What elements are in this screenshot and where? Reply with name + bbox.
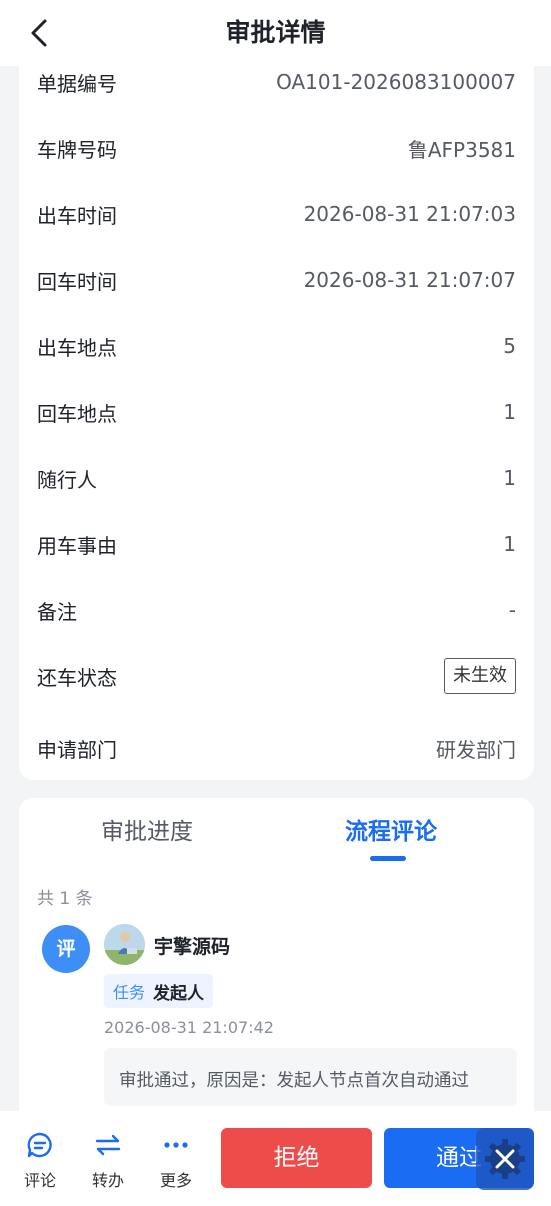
- comment-count: 共 1 条: [37, 889, 93, 909]
- detail-value: 5: [503, 334, 516, 358]
- comment-content: 审批通过，原因是：发起人节点首次自动通过: [104, 1048, 517, 1106]
- comment-action-label: 评论: [23, 1171, 56, 1190]
- detail-card: 单据编号 OA101-2026083100007 车牌号码 鲁AFP3581 出…: [19, 50, 534, 780]
- tab-approval-progress[interactable]: 审批进度: [47, 810, 247, 854]
- task-tag: 任务 发起人: [104, 974, 214, 1008]
- detail-label: 出车时间: [37, 203, 117, 228]
- detail-row-return-status: 还车状态 未生效: [19, 656, 534, 696]
- detail-row-depart-time: 出车时间 2026-08-31 21:07:03: [19, 194, 534, 234]
- active-tab-indicator: [370, 856, 406, 861]
- more-action-label: 更多: [159, 1171, 192, 1190]
- task-tag-label: 任务: [113, 983, 146, 1002]
- transfer-action-label: 转办: [91, 1171, 124, 1190]
- comment-icon: [27, 1132, 52, 1158]
- comment-type-badge: 评: [42, 925, 90, 973]
- detail-label: 出车地点: [37, 335, 117, 360]
- more-icon: [164, 1142, 188, 1148]
- detail-row-doc-number: 单据编号 OA101-2026083100007: [19, 62, 534, 102]
- detail-value: 1: [503, 400, 516, 424]
- comment-action-button[interactable]: 评论: [10, 1129, 70, 1191]
- reject-button[interactable]: 拒绝: [221, 1128, 372, 1188]
- bottom-action-bar: 评论 转办 更多 拒绝 通过: [0, 1111, 551, 1206]
- detail-value: 2026-08-31 21:07:03: [303, 202, 516, 226]
- detail-label: 备注: [37, 599, 77, 624]
- detail-label: 回车时间: [37, 269, 117, 294]
- status-badge: 未生效: [444, 658, 516, 694]
- transfer-action-button[interactable]: 转办: [78, 1129, 138, 1191]
- detail-row-return-place: 回车地点 1: [19, 392, 534, 432]
- user-avatar-image: [104, 924, 145, 965]
- detail-row-remark: 备注 -: [19, 590, 534, 630]
- detail-row-plate: 车牌号码 鲁AFP3581: [19, 128, 534, 168]
- page-title: 审批详情: [225, 18, 326, 47]
- detail-label: 随行人: [37, 467, 97, 492]
- detail-value: 鲁AFP3581: [407, 137, 516, 162]
- more-action-button[interactable]: 更多: [146, 1129, 206, 1191]
- detail-value: 1: [503, 532, 516, 556]
- detail-value: -: [508, 598, 516, 622]
- detail-row-companions: 随行人 1: [19, 458, 534, 498]
- floating-tool-button[interactable]: [476, 1128, 534, 1190]
- detail-label: 申请部门: [37, 737, 117, 762]
- detail-label: 还车状态: [37, 665, 117, 690]
- detail-value: 1: [503, 466, 516, 490]
- transfer-icon: [95, 1134, 121, 1156]
- detail-label: 单据编号: [37, 71, 117, 96]
- tab-flow-comments[interactable]: 流程评论: [291, 810, 491, 854]
- comment-time: 2026-08-31 21:07:42: [104, 1018, 274, 1037]
- detail-row-return-time: 回车时间 2026-08-31 21:07:07: [19, 260, 534, 300]
- detail-row-reason: 用车事由 1: [19, 524, 534, 564]
- avatar: [104, 924, 145, 965]
- navbar: 审批详情: [0, 0, 551, 66]
- detail-row-depart-place: 出车地点 5: [19, 326, 534, 366]
- task-tag-value: 发起人: [153, 983, 205, 1004]
- detail-label: 车牌号码: [37, 137, 117, 162]
- detail-value: 研发部门: [436, 737, 516, 762]
- detail-label: 回车地点: [37, 401, 117, 426]
- comment-user-name: 宇擎源码: [154, 936, 231, 958]
- detail-value: 2026-08-31 21:07:07: [303, 268, 516, 292]
- detail-row-department: 申请部门 研发部门: [19, 728, 534, 768]
- detail-label: 用车事由: [37, 533, 117, 558]
- detail-value: OA101-2026083100007: [276, 70, 516, 94]
- settings-tools-icon: [485, 1139, 525, 1179]
